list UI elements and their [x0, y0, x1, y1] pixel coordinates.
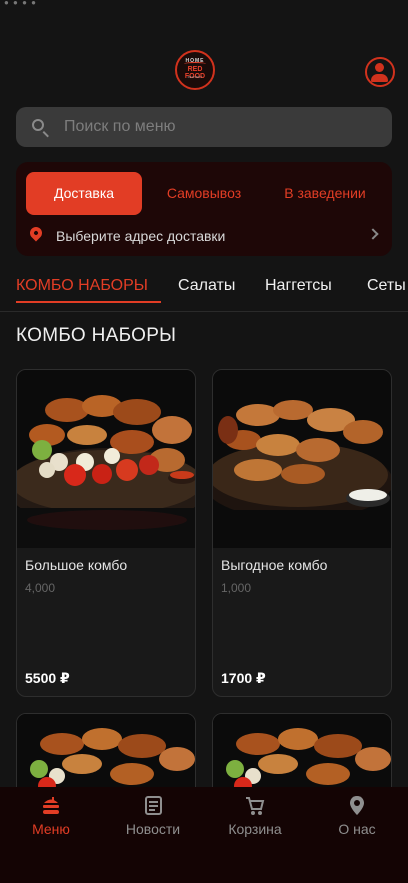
status-indicators: ● ● ● ● — [4, 0, 37, 7]
category-tab-sets[interactable]: Сеты — [367, 277, 406, 295]
product-name: Выгодное комбо — [221, 557, 328, 573]
status-bar: ● ● ● ● — [0, 0, 408, 14]
product-price: 1700 ₽ — [221, 670, 266, 686]
bottom-nav: Меню Новости Корзина О нас — [0, 787, 408, 883]
red-food-logo[interactable]: HOME RED FOOD DELIVERY — [175, 50, 215, 90]
product-card-big-combo[interactable]: Большое комбо 4,000 5500 ₽ — [16, 369, 196, 697]
chevron-right-icon — [367, 228, 379, 240]
nav-news[interactable]: Новости — [102, 795, 204, 845]
category-tab-nuggets[interactable]: Наггетсы — [265, 277, 332, 295]
product-image — [213, 370, 391, 548]
combo-platter-image — [17, 395, 195, 548]
section-title: КОМБО НАБОРЫ — [16, 325, 177, 346]
category-nav: КОМБО НАБОРЫ Салаты Наггетсы Сеты — [0, 266, 408, 312]
profile-button[interactable] — [365, 57, 395, 87]
nav-menu[interactable]: Меню — [0, 795, 102, 845]
nav-cart-label: Корзина — [228, 821, 282, 837]
cart-icon — [246, 797, 265, 815]
app-header: HOME RED FOOD DELIVERY — [0, 40, 408, 100]
location-pin-icon — [350, 796, 364, 815]
active-category-underline — [16, 301, 161, 303]
wings-platter-image — [213, 400, 391, 548]
address-selector[interactable]: Выберите адрес доставки — [27, 224, 380, 248]
tab-dine-in[interactable]: В заведении — [272, 172, 378, 215]
search-icon — [32, 119, 44, 131]
nav-about[interactable]: О нас — [306, 795, 408, 845]
category-tab-combo[interactable]: КОМБО НАБОРЫ — [16, 277, 148, 295]
product-price: 5500 ₽ — [25, 670, 70, 686]
tab-pickup[interactable]: Самовывоз — [156, 172, 252, 215]
search-input[interactable]: Поиск по меню — [16, 107, 392, 147]
address-prompt: Выберите адрес доставки — [56, 228, 226, 244]
logo-bottom-text: DELIVERY — [187, 75, 203, 79]
location-pin-icon — [27, 224, 45, 242]
product-image — [17, 370, 195, 548]
product-name: Большое комбо — [25, 557, 128, 573]
product-card-value-combo[interactable]: Выгодное комбо 1,000 1700 ₽ — [212, 369, 392, 697]
delivery-mode-panel: Доставка Самовывоз В заведении Выберите … — [16, 162, 392, 256]
search-placeholder: Поиск по меню — [64, 118, 176, 135]
burger-icon — [43, 797, 59, 814]
nav-cart[interactable]: Корзина — [204, 795, 306, 845]
nav-menu-label: Меню — [32, 821, 70, 837]
profile-icon — [375, 63, 384, 72]
category-tab-salads[interactable]: Салаты — [178, 277, 235, 295]
product-weight: 4,000 — [25, 581, 56, 595]
nav-about-label: О нас — [338, 821, 376, 837]
news-icon — [145, 796, 162, 815]
tab-delivery[interactable]: Доставка — [26, 172, 142, 215]
nav-news-label: Новости — [125, 821, 181, 837]
product-weight: 1,000 — [221, 581, 252, 595]
